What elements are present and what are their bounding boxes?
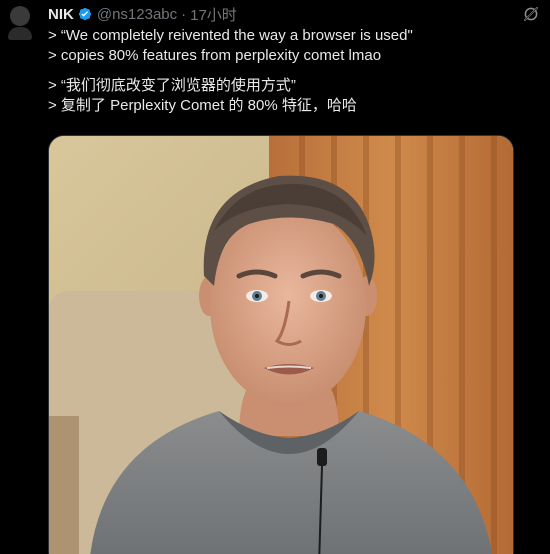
avatar[interactable] — [8, 6, 32, 40]
translation-line: > “我们彻底改变了浏览器的使用方式” — [48, 77, 296, 94]
author-handle[interactable]: @ns123abc — [97, 6, 177, 23]
post-video-thumbnail[interactable] — [48, 135, 514, 554]
video-frame-image — [49, 136, 513, 554]
post-text: > “We completely reivented the way a bro… — [48, 26, 518, 116]
tweet: NIK @ns123abc · 17小时 > “We completely re… — [0, 0, 550, 554]
translation-line: > 复制了 Perplexity Comet 的 80% 特征，哈哈 — [48, 97, 357, 114]
author-name[interactable]: NIK — [48, 6, 74, 23]
default-avatar-icon — [10, 6, 30, 26]
header-separator: · — [181, 5, 187, 23]
post-line: > copies 80% features from perplexity co… — [48, 47, 382, 64]
post-time[interactable]: 17小时 — [190, 4, 237, 25]
verified-badge-icon — [77, 6, 93, 22]
post-line: > “We completely reivented the way a bro… — [48, 27, 413, 44]
tweet-header: NIK @ns123abc · 17小时 — [48, 4, 237, 24]
grok-icon[interactable] — [522, 5, 540, 23]
